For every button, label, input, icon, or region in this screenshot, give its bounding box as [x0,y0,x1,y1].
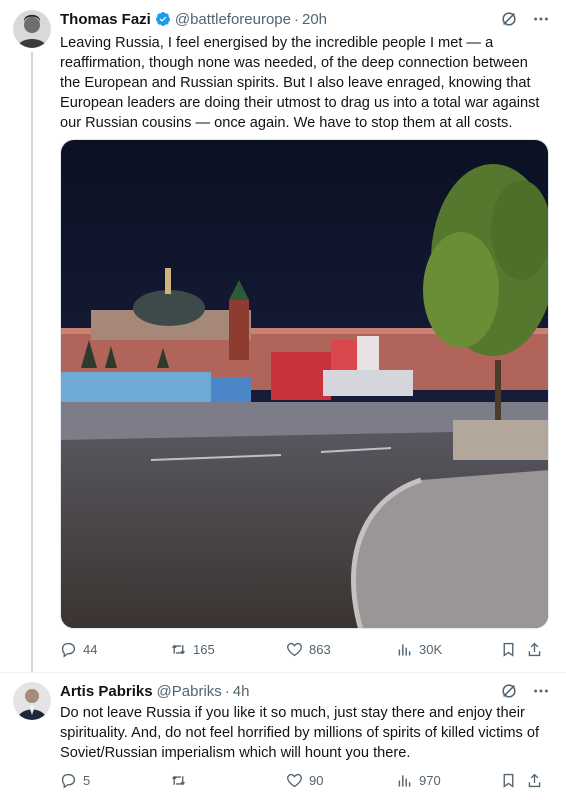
avatar-thomas-fazi[interactable] [13,10,51,48]
bookmark-icon [503,642,514,657]
more-options-icon[interactable] [532,10,550,28]
views-button[interactable]: 30K [396,641,500,658]
reply-count: 5 [83,773,91,788]
heart-icon [287,642,302,657]
like-count: 863 [309,642,331,657]
tweet-header: Artis Pabriks @Pabriks · 4h [60,681,249,701]
tweet-photo[interactable] [60,139,549,629]
share-button[interactable] [526,772,546,789]
tweet-text: Leaving Russia, I feel energised by the … [60,35,540,131]
heart-icon [287,773,302,788]
red-square-night-photo [61,140,548,628]
views-icon [398,644,411,656]
tweet-action-bar: 44 165 863 30K [60,641,550,658]
more-options-icon[interactable] [532,682,550,700]
thread-line [31,52,33,672]
share-button[interactable] [526,641,546,658]
views-count: 970 [419,773,441,788]
author-handle[interactable]: @battleforeurope [175,11,291,28]
reply-button[interactable]: 44 [60,641,170,658]
author-name[interactable]: Artis Pabriks [60,683,153,700]
tweet-top-actions [500,682,550,700]
share-icon [528,642,541,657]
tweet-main[interactable]: Thomas Fazi @battleforeurope · 20h Leavi… [0,0,566,672]
like-count: 90 [309,773,324,788]
like-button[interactable]: 90 [286,772,396,789]
repost-button[interactable] [170,772,286,789]
repost-icon [172,775,185,786]
author-handle[interactable]: @Pabriks [157,683,222,700]
reply-button[interactable]: 5 [60,772,170,789]
views-button[interactable]: 970 [396,772,500,789]
tweet-top-actions [500,10,550,28]
grok-icon[interactable] [500,10,518,28]
like-button[interactable]: 863 [286,641,396,658]
avatar-artis-pabriks[interactable] [13,682,51,720]
reply-count: 44 [83,642,98,657]
repost-button[interactable]: 165 [170,641,286,658]
repost-icon [172,644,185,655]
tweet-action-bar: 5 90 970 [60,772,550,789]
bookmark-button[interactable] [500,772,526,789]
separator-dot: · [294,10,299,28]
tweet-header: Thomas Fazi @battleforeurope · 20h [60,9,327,29]
bookmark-icon [503,773,514,788]
author-name[interactable]: Thomas Fazi [60,11,151,28]
tweet-reply[interactable]: Artis Pabriks @Pabriks · 4h Do not leave… [0,673,566,800]
timestamp[interactable]: 4h [233,683,250,700]
timestamp[interactable]: 20h [302,11,327,28]
verified-badge-icon [155,11,171,27]
views-icon [398,775,411,787]
repost-count: 165 [193,642,215,657]
grok-icon[interactable] [500,682,518,700]
reply-icon [61,642,76,658]
reply-icon [61,773,76,789]
bookmark-button[interactable] [500,641,526,658]
views-count: 30K [419,642,443,657]
share-icon [528,773,541,788]
separator-dot: · [224,682,230,700]
tweet-text: Do not leave Russia if you like it so mu… [60,705,540,761]
